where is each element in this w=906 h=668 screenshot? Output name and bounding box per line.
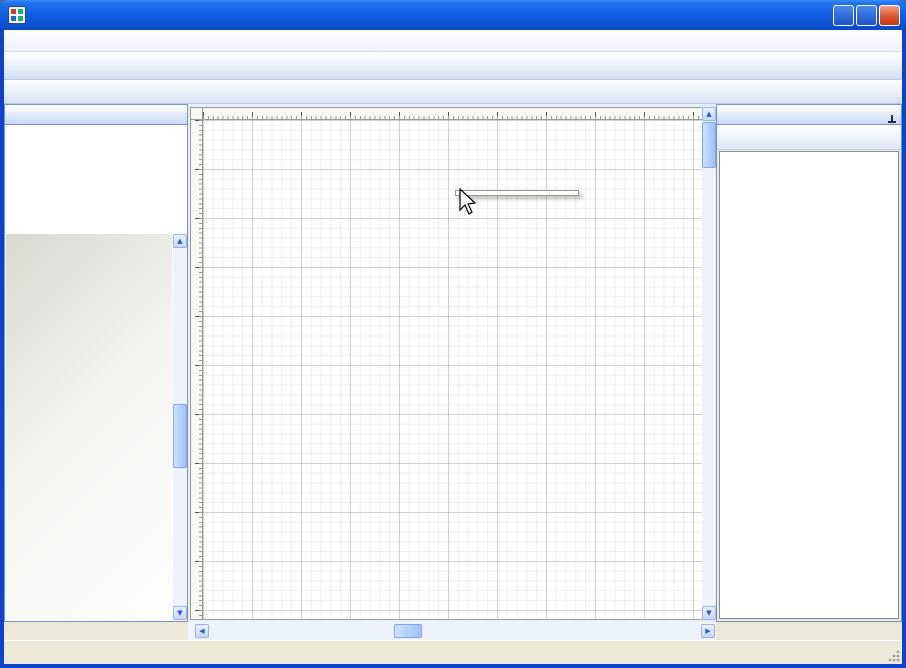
main-area: ▲ ▼ ▲ ▼ — [4, 104, 902, 622]
scroll-down-icon[interactable]: ▼ — [173, 606, 187, 620]
restore-button[interactable] — [856, 5, 877, 26]
canvas-horizontal-scrollbar[interactable]: ◀ ▶ — [194, 623, 716, 639]
app-content: ▲ ▼ ▲ ▼ — [4, 30, 902, 664]
shapes-panel-header — [5, 105, 187, 125]
close-button[interactable] — [879, 5, 900, 26]
canvas-vertical-scrollbar[interactable]: ▲ ▼ — [702, 107, 716, 620]
toolbar-format — [4, 80, 902, 104]
drawings-toolbar — [717, 125, 901, 150]
scroll-left-icon[interactable]: ◀ — [195, 624, 209, 638]
circuit-diagram[interactable] — [203, 120, 703, 620]
panel-tabs — [716, 622, 902, 640]
app-icon — [8, 6, 26, 24]
sheet-bar: ◀ ▶ — [188, 622, 716, 640]
drawings-tree — [719, 151, 899, 619]
scrollbar-thumb[interactable] — [394, 624, 422, 638]
status-bar — [4, 640, 902, 664]
mouse-cursor — [459, 188, 481, 218]
drawings-panel-header — [717, 105, 901, 125]
scroll-down-icon[interactable]: ▼ — [702, 606, 716, 620]
drawing-grid[interactable] — [203, 120, 703, 620]
ruler-corner — [190, 107, 203, 120]
vertical-ruler — [190, 120, 203, 620]
app-window: ▲ ▼ ▲ ▼ — [0, 0, 906, 668]
scrollbar-thumb[interactable] — [173, 404, 187, 468]
title-bar — [0, 0, 906, 30]
menu-bar — [4, 30, 902, 52]
shapes-scrollbar[interactable]: ▲ ▼ — [173, 234, 187, 620]
horizontal-ruler — [203, 107, 703, 120]
minimize-button[interactable] — [833, 5, 854, 26]
scroll-right-icon[interactable]: ▶ — [701, 624, 715, 638]
scroll-up-icon[interactable]: ▲ — [702, 107, 716, 121]
shapes-panel: ▲ ▼ — [4, 104, 188, 622]
shape-list — [6, 234, 172, 620]
scrollbar-thumb[interactable] — [702, 122, 716, 168]
resize-grip[interactable] — [888, 650, 900, 662]
drawings-panel — [716, 104, 902, 622]
toolbar-main — [4, 52, 902, 80]
scroll-up-icon[interactable]: ▲ — [173, 234, 187, 248]
drawing-canvas-area: ▲ ▼ — [188, 104, 716, 622]
